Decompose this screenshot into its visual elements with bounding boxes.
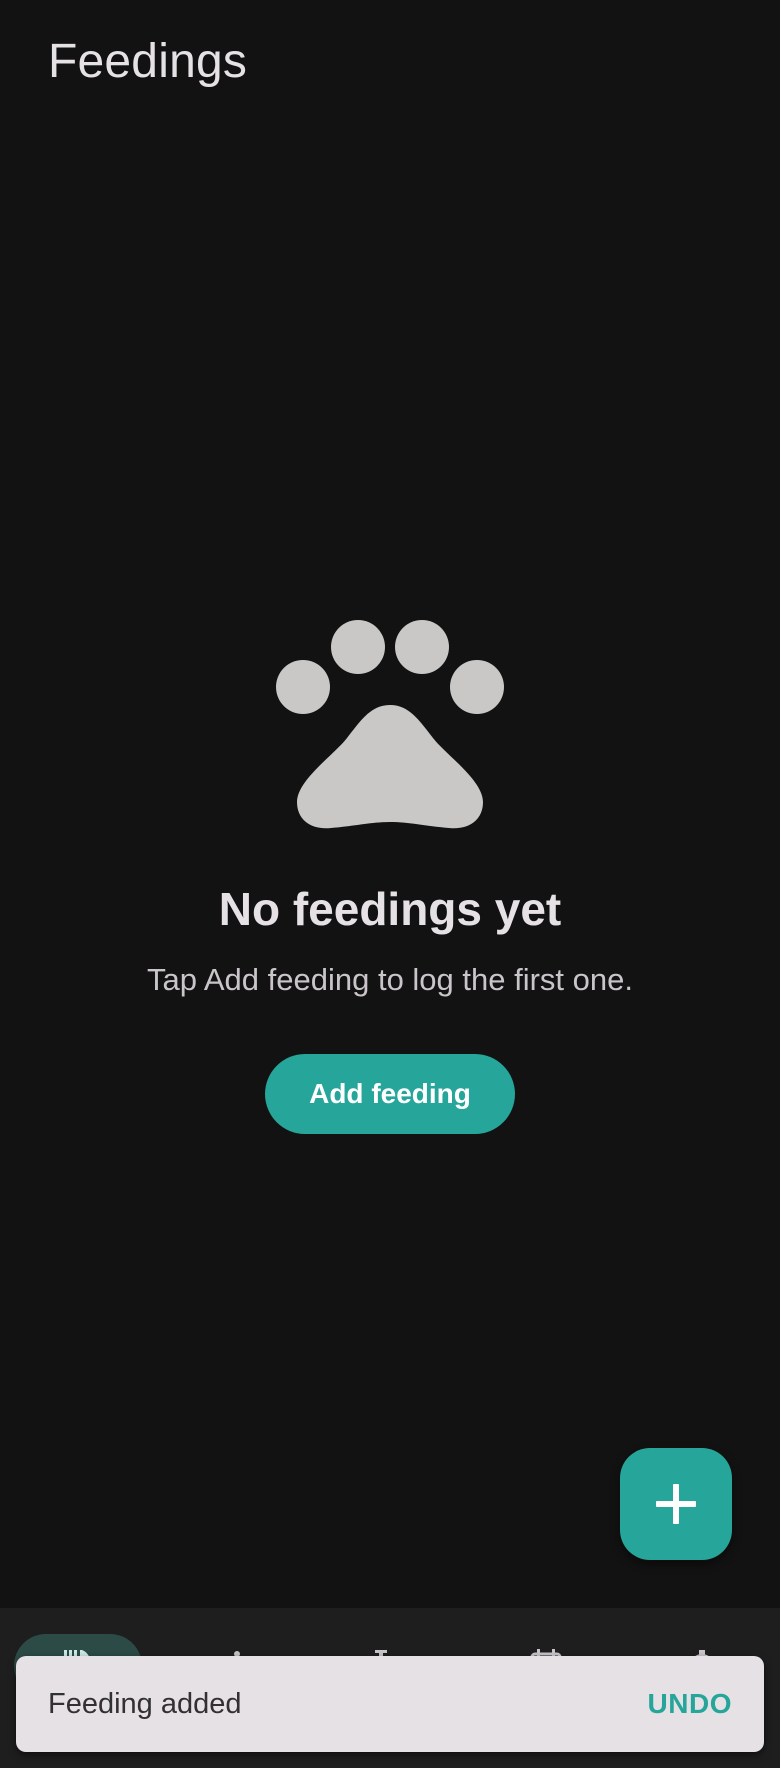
page-title: Feedings xyxy=(48,35,248,88)
undo-button[interactable]: UNDO xyxy=(648,1688,732,1720)
feedings-screen: Feedings No feedings yet Tap Add feeding… xyxy=(0,0,780,1768)
add-feeding-button[interactable]: Add feeding xyxy=(265,1054,515,1134)
snackbar-message: Feeding added xyxy=(48,1687,242,1720)
paw-icon xyxy=(276,620,504,829)
empty-state: No feedings yet Tap Add feeding to log t… xyxy=(0,620,780,1134)
plus-icon xyxy=(656,1484,696,1524)
empty-state-title: No feedings yet xyxy=(218,883,562,935)
add-feeding-fab[interactable] xyxy=(620,1448,732,1560)
empty-state-subtitle: Tap Add feeding to log the first one. xyxy=(146,962,633,997)
snackbar: Feeding added UNDO xyxy=(16,1656,764,1752)
